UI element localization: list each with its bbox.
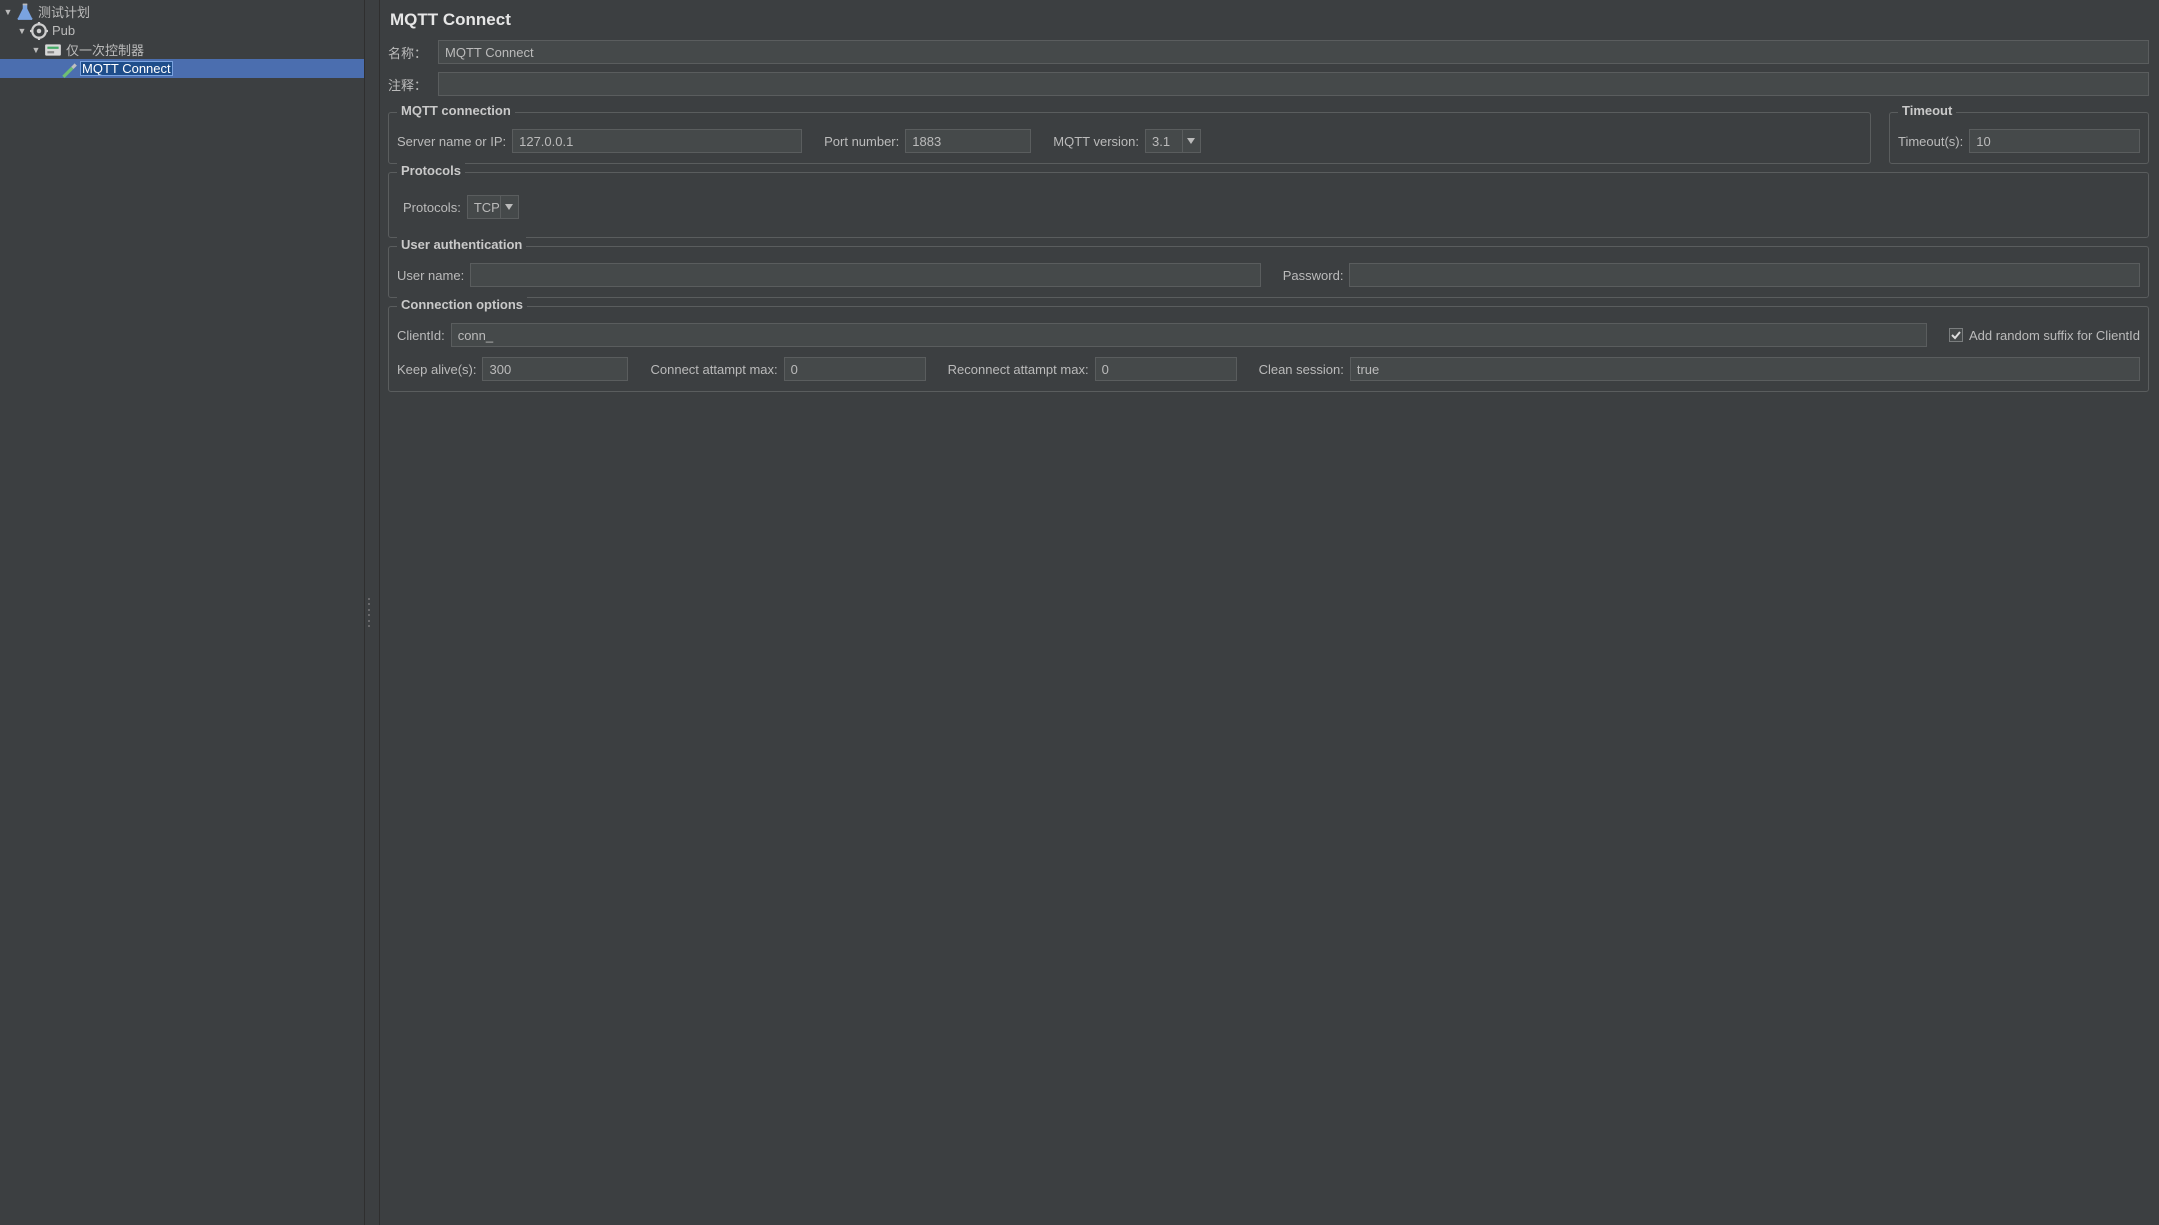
- protocols-label: Protocols:: [403, 200, 461, 215]
- checkbox-box: [1949, 328, 1963, 342]
- comment-label: 注释：: [388, 75, 432, 94]
- comment-input[interactable]: [438, 72, 2149, 96]
- test-plan-tree[interactable]: ▼ 测试计划 ▼ Pub ▼ 仅一次控制器 ▼: [0, 0, 364, 1225]
- tree-node-thread-group[interactable]: ▼ Pub: [0, 21, 364, 40]
- tree-label: Pub: [50, 23, 77, 38]
- random-suffix-checkbox[interactable]: Add random suffix for ClientId: [1949, 328, 2140, 343]
- select-value: TCP: [474, 200, 500, 215]
- fieldset-legend: Protocols: [397, 163, 465, 178]
- fieldset-protocols: Protocols Protocols: TCP: [388, 172, 2149, 238]
- tree-node-test-plan[interactable]: ▼ 测试计划: [0, 2, 364, 21]
- port-number-input[interactable]: [905, 129, 1031, 153]
- username-input[interactable]: [470, 263, 1261, 287]
- keepalive-input[interactable]: [482, 357, 628, 381]
- protocols-select[interactable]: TCP: [467, 195, 519, 219]
- timeout-label: Timeout(s):: [1898, 134, 1963, 149]
- tree-node-controller[interactable]: ▼ 仅一次控制器: [0, 40, 364, 59]
- fieldset-legend: Timeout: [1898, 103, 1956, 118]
- tree-label: 测试计划: [36, 2, 92, 21]
- splitter-grip-icon: [368, 598, 376, 628]
- tree-label: 仅一次控制器: [64, 40, 146, 59]
- fieldset-legend: User authentication: [397, 237, 526, 252]
- reconnect-attempt-input[interactable]: [1095, 357, 1237, 381]
- reconnect-attempt-label: Reconnect attampt max:: [948, 362, 1089, 377]
- clientid-input[interactable]: [451, 323, 1927, 347]
- flask-icon: [16, 4, 34, 20]
- tree-label: MQTT Connect: [80, 61, 173, 76]
- fieldset-connection-options: Connection options ClientId: Add random …: [388, 306, 2149, 392]
- keepalive-label: Keep alive(s):: [397, 362, 476, 377]
- select-value: 3.1: [1152, 134, 1170, 149]
- port-number-label: Port number:: [824, 134, 899, 149]
- splitter-handle[interactable]: [364, 0, 380, 1225]
- fieldset-legend: MQTT connection: [397, 103, 515, 118]
- fieldset-user-authentication: User authentication User name: Password:: [388, 246, 2149, 298]
- name-label: 名称：: [388, 43, 432, 62]
- app-root: ▼ 测试计划 ▼ Pub ▼ 仅一次控制器 ▼: [0, 0, 2159, 1225]
- tree-toggle-icon[interactable]: ▼: [16, 26, 28, 36]
- connect-attempt-input[interactable]: [784, 357, 926, 381]
- clientid-label: ClientId:: [397, 328, 445, 343]
- username-label: User name:: [397, 268, 464, 283]
- checkbox-label: Add random suffix for ClientId: [1969, 328, 2140, 343]
- clean-session-input[interactable]: [1350, 357, 2140, 381]
- timeout-input[interactable]: [1969, 129, 2140, 153]
- chevron-down-icon: [500, 196, 518, 218]
- sampler-icon: [60, 61, 78, 77]
- mqtt-version-select[interactable]: 3.1: [1145, 129, 1201, 153]
- fieldset-mqtt-connection: MQTT connection Server name or IP: Port …: [388, 112, 1871, 164]
- controller-icon: [44, 42, 62, 58]
- chevron-down-icon: [1182, 130, 1200, 152]
- server-name-input[interactable]: [512, 129, 802, 153]
- fieldset-legend: Connection options: [397, 297, 527, 312]
- clean-session-label: Clean session:: [1259, 362, 1344, 377]
- password-label: Password:: [1283, 268, 1344, 283]
- mqtt-version-label: MQTT version:: [1053, 134, 1139, 149]
- main-panel: MQTT Connect 名称： 注释： MQTT connection Ser…: [380, 0, 2159, 1225]
- tree-toggle-icon[interactable]: ▼: [2, 7, 14, 17]
- gear-icon: [30, 23, 48, 39]
- page-title: MQTT Connect: [390, 10, 2149, 30]
- tree-node-mqtt-connect[interactable]: ▼ MQTT Connect: [0, 59, 364, 78]
- connect-attempt-label: Connect attampt max:: [650, 362, 777, 377]
- server-name-label: Server name or IP:: [397, 134, 506, 149]
- tree-toggle-icon[interactable]: ▼: [30, 45, 42, 55]
- fieldset-timeout: Timeout Timeout(s):: [1889, 112, 2149, 164]
- password-input[interactable]: [1349, 263, 2140, 287]
- name-input[interactable]: [438, 40, 2149, 64]
